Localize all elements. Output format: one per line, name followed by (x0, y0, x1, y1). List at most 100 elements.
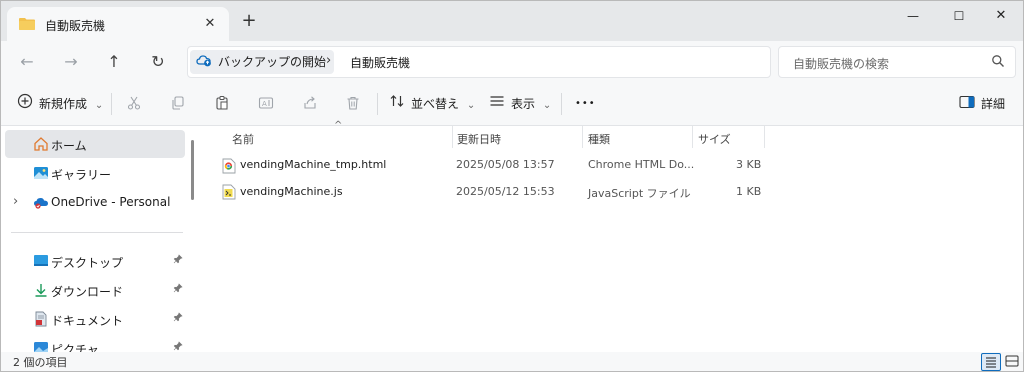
sort-icon (389, 93, 405, 116)
forward-button[interactable]: → (59, 51, 83, 73)
tab-current-folder[interactable]: 自動販売機 ✕ (7, 7, 229, 41)
chevron-down-icon: ⌄ (94, 100, 104, 111)
sidebar-item-label: ホーム (51, 139, 87, 153)
toolbar-divider (561, 93, 562, 115)
sidebar-item-gallery[interactable]: ギャラリー (1, 159, 187, 187)
minimize-button[interactable]: — (890, 1, 936, 31)
sidebar-item-label: デスクトップ (51, 256, 124, 270)
copy-icon[interactable] (169, 95, 187, 113)
new-button[interactable]: 新規作成 ⌄ (17, 93, 103, 115)
pin-icon (173, 341, 183, 352)
breadcrumb-current[interactable]: 自動販売機 (350, 54, 410, 71)
desktop-icon (33, 253, 49, 269)
sidebar-item-pictures[interactable]: ピクチャ (1, 334, 187, 352)
column-divider[interactable] (582, 126, 583, 148)
view-list-icon (489, 93, 505, 116)
file-modified: 2025/05/12 15:53 (456, 185, 555, 198)
sort-button[interactable]: 並べ替え ⌄ (389, 93, 475, 115)
paste-icon[interactable] (213, 95, 231, 113)
file-type: Chrome HTML Do... (588, 158, 695, 171)
file-type: JavaScript ファイル (588, 187, 691, 200)
table-row[interactable]: vendingMachine.js 2025/05/12 15:53 JavaS… (220, 181, 780, 205)
address-bar[interactable]: バックアップの開始 › 自動販売機 (187, 46, 771, 78)
pin-icon (173, 254, 183, 267)
file-size: 3 KB (736, 158, 762, 171)
chevron-down-icon: ⌄ (542, 100, 552, 111)
pictures-icon (33, 340, 49, 352)
column-header-modified[interactable]: 更新日時 (457, 130, 501, 150)
search-box[interactable]: 自動販売機の検索 (778, 46, 1016, 78)
navigation-pane: ホーム ギャラリー › OneDrive - Personal デスクトップ ダ… (1, 126, 201, 352)
column-header-size[interactable]: サイズ (698, 130, 731, 150)
file-name: vendingMachine.js (240, 185, 343, 198)
table-row[interactable]: vendingMachine_tmp.html 2025/05/08 13:57… (220, 154, 780, 178)
view-button-label: 表示 (511, 97, 536, 111)
file-explorer-window: 自動販売機 ✕ + — ☐ ✕ ← → ↑ ↻ バックアップの開始 › 自動販売… (0, 0, 1024, 372)
view-button[interactable]: 表示 ⌄ (489, 93, 551, 115)
folder-icon (19, 17, 35, 34)
details-view-icon (986, 357, 996, 368)
sidebar-item-label: ドキュメント (51, 314, 124, 328)
file-list: ^ 名前 更新日時 種類 サイズ vendingMachine_tmp.html… (202, 120, 1023, 352)
gallery-icon (33, 165, 49, 181)
rename-icon[interactable]: A (257, 95, 275, 113)
up-button[interactable]: ↑ (102, 51, 126, 73)
address-row: ← → ↑ ↻ バックアップの開始 › 自動販売機 自動販売機の検索 (1, 41, 1023, 83)
sort-button-label: 並べ替え (411, 97, 460, 111)
command-bar: 新規作成 ⌄ A 並べ替え ⌄ 表示 ⌄ ••• 詳細 (1, 83, 1023, 126)
sidebar-item-label: ギャラリー (51, 168, 112, 182)
nav-divider (11, 232, 183, 233)
column-header-type[interactable]: 種類 (588, 130, 610, 150)
item-count: 2 個の項目 (13, 356, 68, 369)
file-size: 1 KB (736, 185, 762, 198)
more-options-button[interactable]: ••• (575, 93, 596, 115)
toolbar-divider (111, 93, 112, 115)
close-window-button[interactable]: ✕ (978, 1, 1023, 31)
details-pane-icon (959, 94, 975, 116)
sidebar-item-onedrive[interactable]: › OneDrive - Personal (1, 188, 187, 216)
download-icon (33, 282, 49, 298)
javascript-file-icon (222, 184, 236, 203)
documents-icon (33, 311, 49, 327)
sidebar-item-home[interactable]: ホーム (1, 130, 187, 158)
file-name: vendingMachine_tmp.html (240, 158, 387, 171)
column-header-name[interactable]: 名前 (232, 130, 254, 150)
sidebar-item-label: ピクチャ (51, 343, 99, 352)
toolbar-divider (377, 93, 378, 115)
home-icon (33, 136, 49, 152)
column-divider[interactable] (692, 126, 693, 148)
plus-circle-icon (17, 93, 33, 116)
column-divider[interactable] (764, 126, 765, 148)
back-button[interactable]: ← (15, 51, 39, 73)
sidebar-item-documents[interactable]: ドキュメント (1, 305, 187, 333)
nav-scrollbar[interactable] (191, 140, 194, 200)
chrome-html-file-icon (222, 158, 236, 177)
file-modified: 2025/05/08 13:57 (456, 158, 555, 171)
svg-text:A: A (262, 100, 267, 108)
share-icon[interactable] (301, 95, 319, 113)
breadcrumb-backup-label: バックアップの開始 (218, 55, 327, 69)
close-tab-icon[interactable]: ✕ (201, 15, 219, 33)
details-view-button[interactable] (981, 353, 1001, 371)
search-input[interactable]: 自動販売機の検索 (793, 55, 889, 72)
pin-icon (173, 312, 183, 325)
column-divider[interactable] (452, 126, 453, 148)
chevron-down-icon: ⌄ (466, 100, 476, 111)
status-bar: 2 個の項目 (1, 352, 1023, 371)
delete-icon[interactable] (344, 95, 362, 113)
tiles-view-button[interactable] (1003, 353, 1021, 369)
tiles-view-icon (1005, 355, 1019, 367)
sidebar-item-downloads[interactable]: ダウンロード (1, 276, 187, 304)
details-pane-button[interactable]: 詳細 (959, 93, 1005, 115)
search-icon (991, 54, 1005, 71)
breadcrumb-backup[interactable]: バックアップの開始 (190, 50, 335, 74)
sidebar-item-desktop[interactable]: デスクトップ (1, 247, 187, 275)
breadcrumb-separator-icon: › (326, 53, 332, 68)
new-tab-button[interactable]: + (239, 11, 259, 31)
cut-icon[interactable] (125, 95, 143, 113)
maximize-button[interactable]: ☐ (936, 1, 982, 31)
details-pane-label: 詳細 (981, 97, 1006, 111)
refresh-button[interactable]: ↻ (146, 51, 170, 73)
expand-chevron-icon[interactable]: › (13, 194, 18, 209)
tab-title: 自動販売機 (45, 19, 106, 33)
